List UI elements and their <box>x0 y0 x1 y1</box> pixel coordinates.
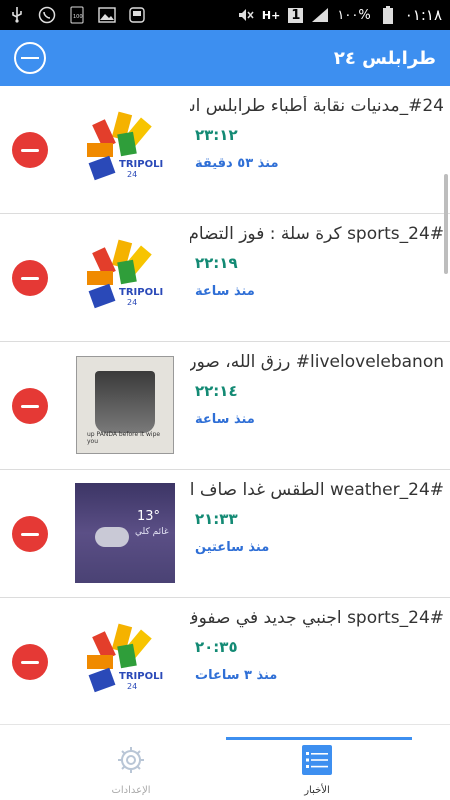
news-time: ٢٠:٣٥ <box>195 638 238 656</box>
news-list[interactable]: TRIPOLI 24 #24_مدنيات نقابة أطباء طرابلس… <box>0 86 450 724</box>
weather-temp: 13° <box>137 509 161 524</box>
news-item[interactable]: up PANDA before it wipe you liveloveleba… <box>0 342 450 470</box>
news-item[interactable]: 13° غائم كلي weather_24# الطقس غدا صاف ا… <box>0 470 450 598</box>
cloud-icon <box>95 527 129 547</box>
svg-text:TRIPOLI: TRIPOLI <box>119 159 163 170</box>
news-photo: up PANDA before it wipe you <box>76 356 174 454</box>
storage-icon: 100 <box>68 6 86 24</box>
svg-text:24: 24 <box>127 298 137 307</box>
network-type: H+ <box>261 8 281 22</box>
news-item[interactable]: TRIPOLI 24 sports_24# كرة سلة : فوز التض… <box>0 214 450 342</box>
list-icon <box>302 745 332 775</box>
mute-icon <box>236 6 254 24</box>
delete-button[interactable] <box>12 132 48 168</box>
news-photo: 13° غائم كلي <box>75 483 175 583</box>
news-title[interactable]: sports_24# اجنبي جديد في صفوف... <box>190 608 444 628</box>
app-notification-icon <box>128 6 146 24</box>
remove-all-icon[interactable] <box>14 42 46 74</box>
news-ago: منذ ٣ ساعات <box>195 668 278 683</box>
news-time: ٢٢:١٤ <box>195 382 238 400</box>
news-thumbnail: 13° غائم كلي <box>75 483 175 583</box>
news-ago: منذ ساعة <box>195 412 255 427</box>
delete-button[interactable] <box>12 644 48 680</box>
app-title: طرابلس ٢٤ <box>333 47 436 69</box>
delete-button[interactable] <box>12 388 48 424</box>
scrollbar[interactable] <box>444 174 448 274</box>
signal-icon <box>311 6 329 24</box>
news-thumbnail: TRIPOLI 24 <box>75 227 175 327</box>
delete-button[interactable] <box>12 260 48 296</box>
whatsapp-icon <box>38 6 56 24</box>
news-ago: منذ ساعتين <box>195 540 270 555</box>
gear-icon <box>116 745 146 775</box>
bottom-nav: الإعدادات الأخبار <box>0 724 450 800</box>
news-item[interactable]: TRIPOLI 24 #24_مدنيات نقابة أطباء طرابلس… <box>0 86 450 214</box>
battery-icon <box>379 6 397 24</box>
usb-icon <box>8 6 26 24</box>
sim-indicator: 1 <box>288 7 304 23</box>
news-time: ٢٢:١٩ <box>195 254 238 272</box>
tripoli-logo-icon: TRIPOLI 24 <box>87 623 163 693</box>
news-ago: منذ ٥٣ دقيقة <box>195 156 279 171</box>
weather-sub: غائم كلي <box>135 527 169 537</box>
svg-text:TRIPOLI: TRIPOLI <box>119 671 163 682</box>
gallery-icon <box>98 6 116 24</box>
svg-text:TRIPOLI: TRIPOLI <box>119 287 163 298</box>
news-thumbnail: TRIPOLI 24 <box>75 611 175 711</box>
news-title[interactable]: #24_مدنيات نقابة أطباء طرابلس استن... <box>190 96 444 116</box>
tab-news[interactable]: الأخبار <box>262 745 372 796</box>
news-time: ٢٣:١٢ <box>195 126 238 144</box>
news-time: ٢١:٣٣ <box>195 510 238 528</box>
active-tab-indicator <box>226 737 412 740</box>
svg-text:24: 24 <box>127 170 137 179</box>
tab-settings[interactable]: الإعدادات <box>76 745 186 796</box>
news-title[interactable]: livelovelebanon# رزق الله، صور... <box>190 352 444 372</box>
status-bar: 100 H+ 1 ١٠٠% ٠١:١٨ <box>0 0 450 30</box>
tripoli-logo-icon: TRIPOLI 24 <box>87 111 163 181</box>
delete-button[interactable] <box>12 516 48 552</box>
tripoli-logo-icon: TRIPOLI 24 <box>87 239 163 309</box>
news-thumbnail: up PANDA before it wipe you <box>75 355 175 455</box>
tab-news-label: الأخبار <box>304 785 330 796</box>
news-thumbnail: TRIPOLI 24 <box>75 99 175 199</box>
news-ago: منذ ساعة <box>195 284 255 299</box>
status-time: ٠١:١٨ <box>404 6 442 24</box>
svg-text:100: 100 <box>73 14 83 20</box>
news-item[interactable]: TRIPOLI 24 sports_24# اجنبي جديد في صفوف… <box>0 598 450 724</box>
battery-percentage: ١٠٠% <box>337 7 371 23</box>
tab-settings-label: الإعدادات <box>111 785 151 796</box>
svg-text:24: 24 <box>127 682 137 691</box>
news-title[interactable]: sports_24# كرة سلة : فوز التضام... <box>190 224 444 244</box>
photo-caption: up PANDA before it wipe you <box>87 431 161 445</box>
news-title[interactable]: weather_24# الطقس غدا صاف ا... <box>190 480 444 500</box>
app-bar: طرابلس ٢٤ <box>0 30 450 86</box>
